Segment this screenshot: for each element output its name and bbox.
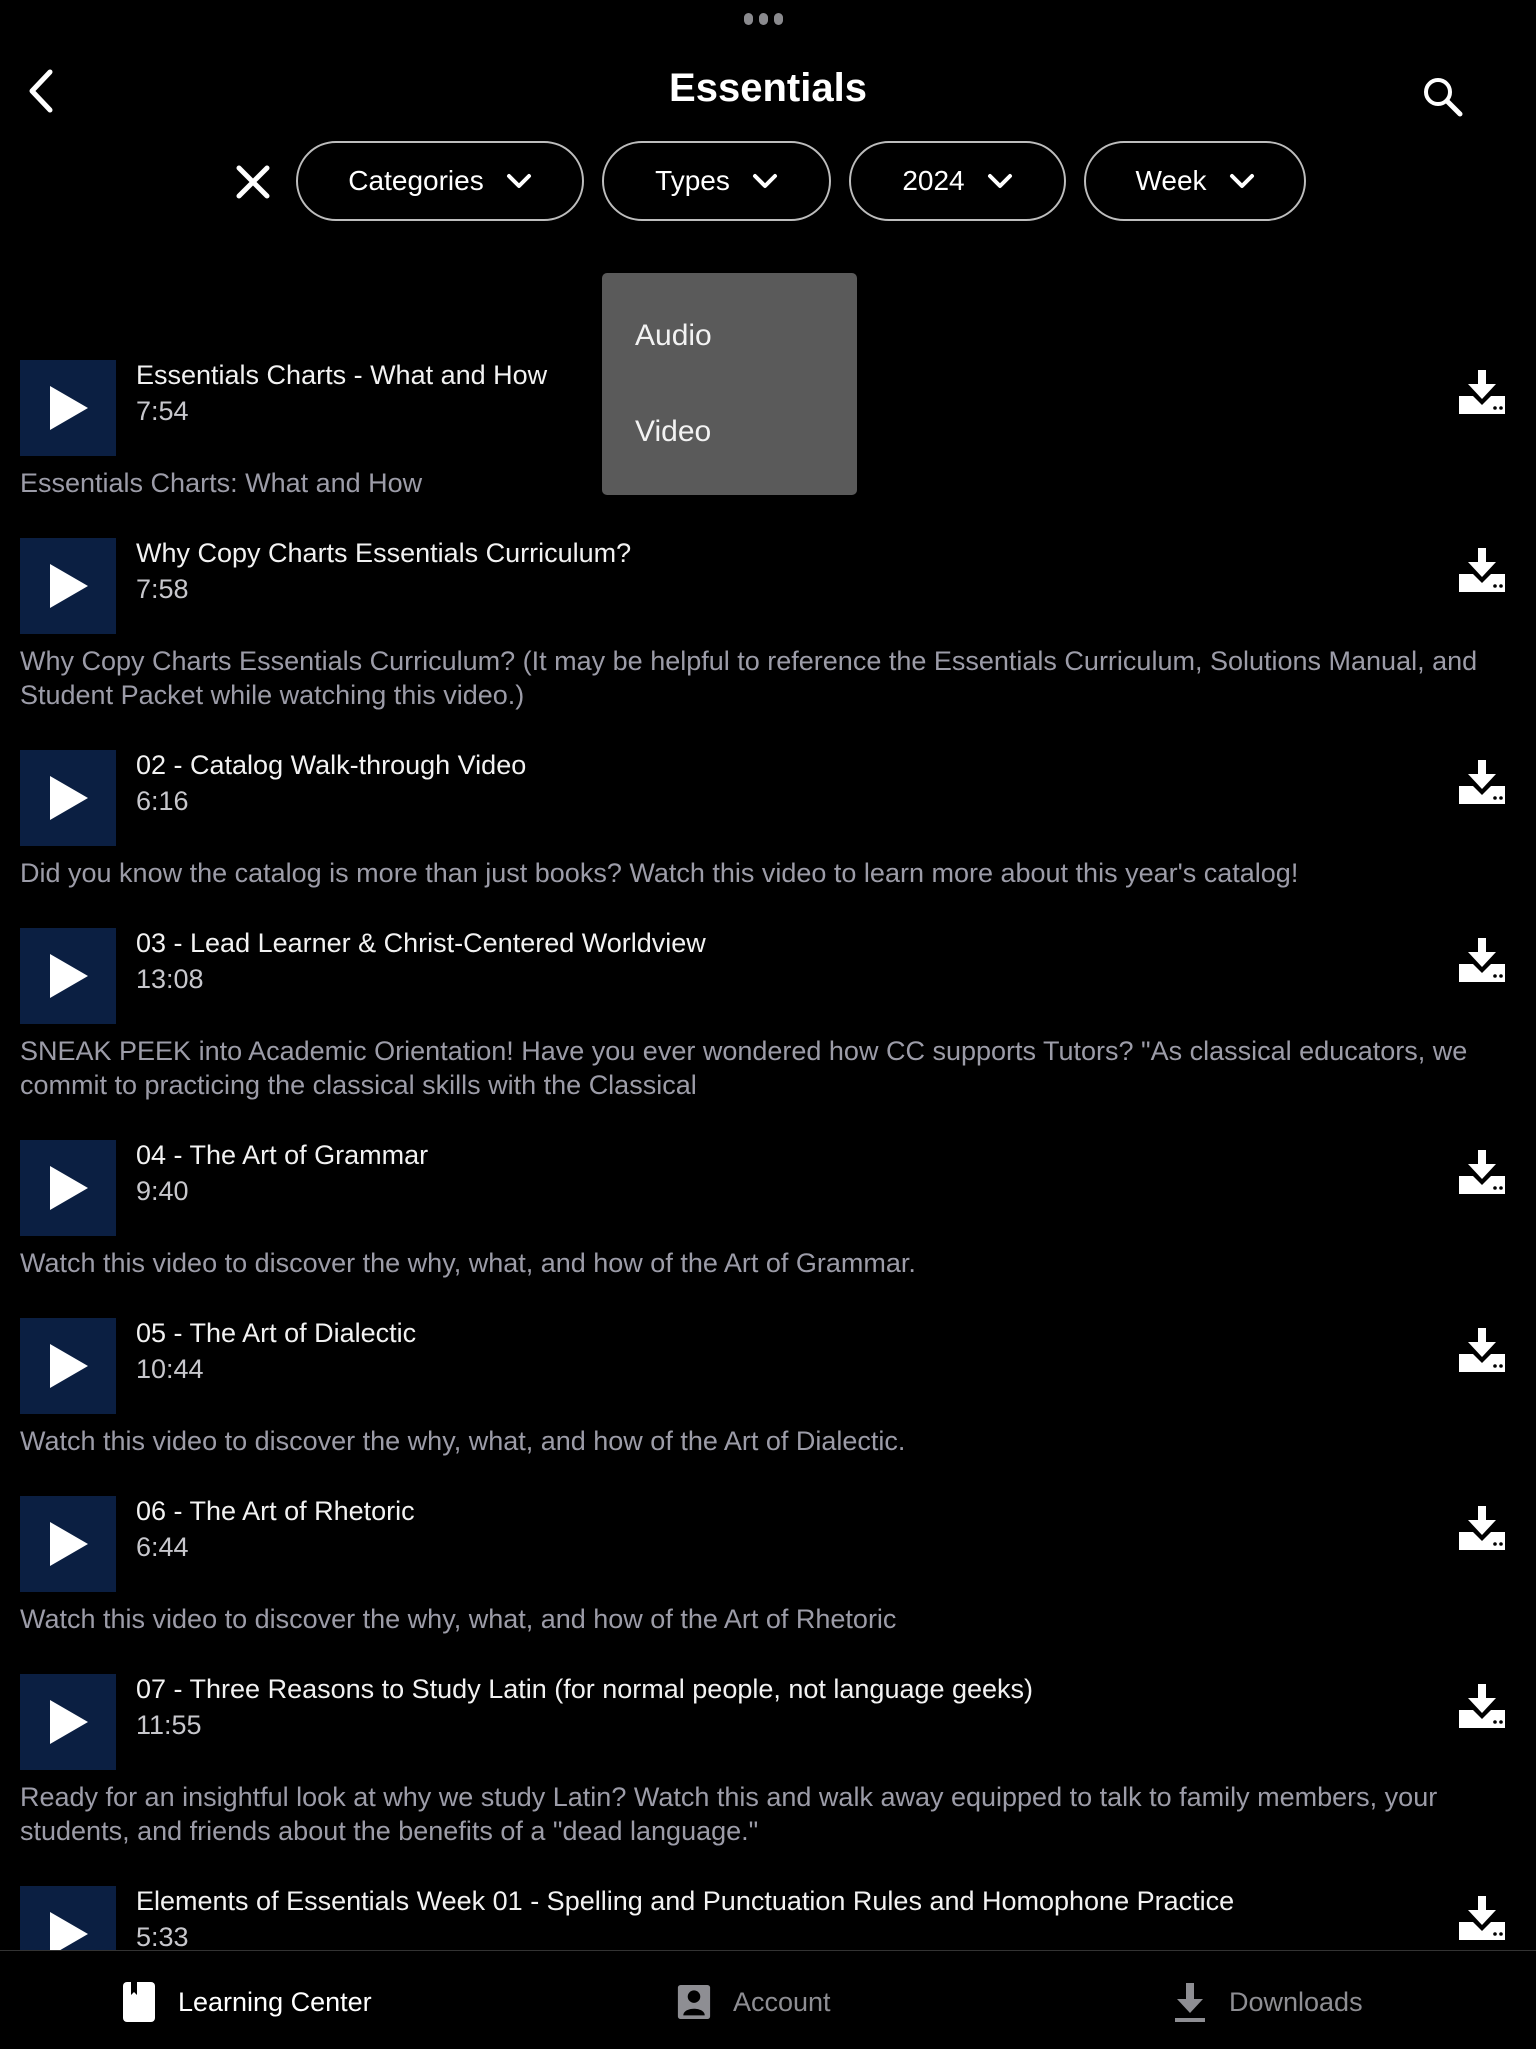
item-duration: 7:54 — [136, 396, 189, 426]
item-header: 04 - The Art of Grammar 9:40 — [0, 1140, 1536, 1236]
play-thumbnail[interactable] — [20, 1886, 116, 1950]
list-item[interactable]: Why Copy Charts Essentials Curriculum? 7… — [0, 538, 1536, 712]
tab-label: Downloads — [1229, 1986, 1363, 2017]
play-icon — [50, 1522, 88, 1566]
item-header: 07 - Three Reasons to Study Latin (for n… — [0, 1674, 1536, 1770]
item-title[interactable]: Elements of Essentials Week 01 - Spellin… — [136, 1886, 1234, 1917]
play-icon — [50, 1344, 88, 1388]
page-title: Essentials — [669, 66, 867, 110]
play-thumbnail[interactable] — [20, 1318, 116, 1414]
media-list[interactable]: Essentials Charts - What and How 7:54 Es… — [0, 360, 1536, 1950]
book-icon — [123, 1982, 155, 2022]
filter-label: Categories — [348, 165, 484, 196]
item-title[interactable]: 02 - Catalog Walk-through Video — [136, 750, 526, 781]
download-icon[interactable] — [1457, 368, 1507, 416]
item-title[interactable]: Essentials Charts - What and How — [136, 360, 547, 391]
list-item[interactable]: 03 - Lead Learner & Christ-Centered Worl… — [0, 928, 1536, 1102]
download-icon[interactable] — [1457, 936, 1507, 984]
list-item[interactable]: 07 - Three Reasons to Study Latin (for n… — [0, 1674, 1536, 1848]
play-thumbnail[interactable] — [20, 360, 116, 456]
download-icon[interactable] — [1457, 1326, 1507, 1374]
filter-label: 2024 — [902, 165, 965, 196]
download-icon[interactable] — [1457, 758, 1507, 806]
tab-learning-center[interactable]: Learning Center — [122, 1981, 372, 2023]
item-title[interactable]: 05 - The Art of Dialectic — [136, 1318, 416, 1349]
item-title[interactable]: 04 - The Art of Grammar — [136, 1140, 428, 1171]
types-filter[interactable]: Types — [602, 141, 831, 221]
play-thumbnail[interactable] — [20, 750, 116, 846]
item-description: Watch this video to discover the why, wh… — [20, 1248, 916, 1278]
account-icon — [677, 1985, 711, 2019]
list-item[interactable]: Elements of Essentials Week 01 - Spellin… — [0, 1886, 1536, 1950]
play-thumbnail[interactable] — [20, 1674, 116, 1770]
list-item[interactable]: 05 - The Art of Dialectic 10:44 Watch th… — [0, 1318, 1536, 1458]
item-duration: 9:40 — [136, 1176, 189, 1206]
play-icon — [50, 1166, 88, 1210]
item-header: 03 - Lead Learner & Christ-Centered Worl… — [0, 928, 1536, 1024]
item-title[interactable]: Why Copy Charts Essentials Curriculum? — [136, 538, 631, 569]
list-item[interactable]: 06 - The Art of Rhetoric 6:44 Watch this… — [0, 1496, 1536, 1636]
item-description: Why Copy Charts Essentials Curriculum? (… — [20, 646, 1478, 710]
filter-label: Week — [1135, 165, 1207, 196]
filter-label: Types — [655, 165, 730, 196]
download-icon[interactable] — [1457, 1504, 1507, 1552]
year-filter[interactable]: 2024 — [849, 141, 1066, 221]
tab-account[interactable]: Account — [677, 1981, 831, 2023]
play-icon — [50, 776, 88, 820]
list-item[interactable]: 02 - Catalog Walk-through Video 6:16 Did… — [0, 750, 1536, 890]
item-title[interactable]: 07 - Three Reasons to Study Latin (for n… — [136, 1674, 1033, 1705]
week-filter[interactable]: Week — [1084, 141, 1306, 221]
download-icon — [1175, 1983, 1205, 2022]
play-thumbnail[interactable] — [20, 538, 116, 634]
item-duration: 13:08 — [136, 964, 204, 994]
download-icon[interactable] — [1457, 1148, 1507, 1196]
download-icon[interactable] — [1457, 1682, 1507, 1730]
download-icon[interactable] — [1457, 546, 1507, 594]
play-icon — [50, 954, 88, 998]
item-duration: 11:55 — [136, 1710, 202, 1740]
item-duration: 7:58 — [136, 574, 189, 604]
filter-bar: Categories Types 2024 Week — [0, 141, 1536, 223]
item-description: Ready for an insightful look at why we s… — [20, 1782, 1438, 1846]
item-header: Elements of Essentials Week 01 - Spellin… — [0, 1886, 1536, 1950]
item-description: Watch this video to discover the why, wh… — [20, 1604, 897, 1634]
play-icon — [50, 1700, 88, 1744]
play-thumbnail[interactable] — [20, 928, 116, 1024]
play-thumbnail[interactable] — [20, 1496, 116, 1592]
item-header: Why Copy Charts Essentials Curriculum? 7… — [0, 538, 1536, 634]
categories-filter[interactable]: Categories — [296, 141, 584, 221]
item-title[interactable]: 06 - The Art of Rhetoric — [136, 1496, 415, 1527]
item-duration: 6:16 — [136, 786, 189, 816]
item-header: 05 - The Art of Dialectic 10:44 — [0, 1318, 1536, 1414]
item-header: 06 - The Art of Rhetoric 6:44 — [0, 1496, 1536, 1592]
play-thumbnail[interactable] — [20, 1140, 116, 1236]
tab-label: Learning Center — [178, 1986, 372, 2017]
play-icon — [50, 386, 88, 430]
tab-downloads[interactable]: Downloads — [1173, 1981, 1363, 2023]
dropdown-option-video[interactable]: Video — [635, 415, 711, 449]
download-icon[interactable] — [1457, 1894, 1507, 1942]
item-duration: 6:44 — [136, 1532, 189, 1562]
search-icon[interactable] — [1420, 74, 1466, 120]
chevron-down-icon — [1229, 174, 1254, 188]
tab-label: Account — [733, 1986, 831, 2017]
item-description: SNEAK PEEK into Academic Orientation! Ha… — [20, 1036, 1468, 1100]
dropdown-option-audio[interactable]: Audio — [635, 319, 712, 353]
item-title[interactable]: 03 - Lead Learner & Christ-Centered Worl… — [136, 928, 706, 959]
chevron-down-icon — [506, 174, 531, 188]
chevron-down-icon — [752, 174, 777, 188]
item-header: 02 - Catalog Walk-through Video 6:16 — [0, 750, 1536, 846]
item-duration: 10:44 — [136, 1354, 204, 1384]
chevron-down-icon — [987, 174, 1012, 188]
item-description: Watch this video to discover the why, wh… — [20, 1426, 906, 1456]
tab-bar: Learning Center Account Downloads — [0, 1950, 1536, 2049]
play-icon — [50, 1912, 88, 1950]
play-icon — [50, 564, 88, 608]
list-item[interactable]: 04 - The Art of Grammar 9:40 Watch this … — [0, 1140, 1536, 1280]
item-duration: 5:33 — [136, 1922, 189, 1950]
types-dropdown-menu: Audio Video — [602, 273, 857, 495]
item-description: Did you know the catalog is more than ju… — [20, 858, 1299, 888]
close-icon[interactable] — [234, 163, 272, 201]
more-handle-icon[interactable] — [744, 13, 783, 25]
